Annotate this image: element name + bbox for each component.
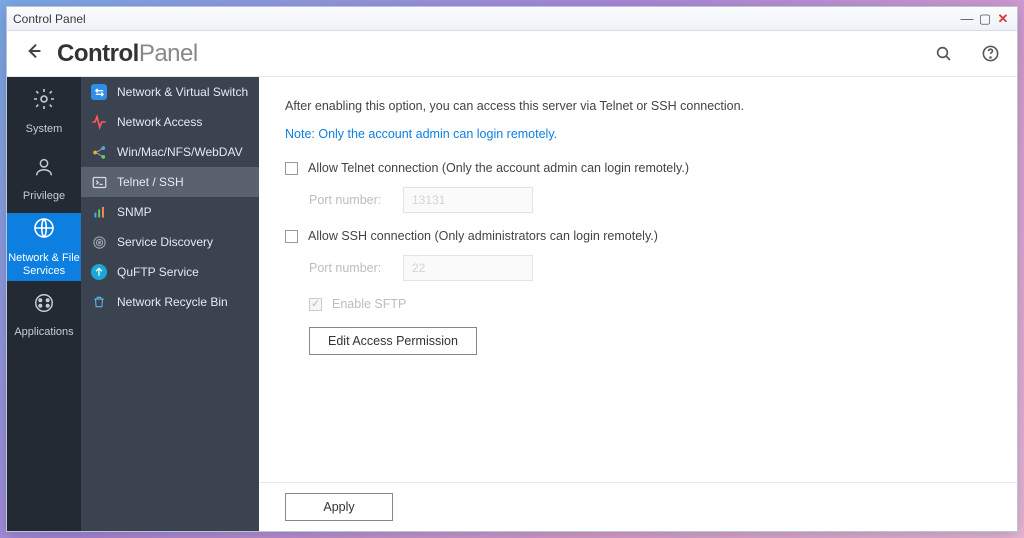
intro-text: After enabling this option, you can acce… — [285, 99, 991, 113]
nav2-service-discovery[interactable]: Service Discovery — [81, 227, 259, 257]
titlebar: Control Panel — ▢ ✕ — [7, 7, 1017, 31]
secondary-nav: Network & Virtual Switch Network Access … — [81, 77, 259, 531]
ssh-port-label: Port number: — [309, 261, 385, 275]
telnet-checkbox[interactable] — [285, 162, 298, 175]
nav2-network-virtual-switch[interactable]: Network & Virtual Switch — [81, 77, 259, 107]
sftp-checkbox[interactable] — [309, 298, 322, 311]
telnet-port-input[interactable] — [403, 187, 533, 213]
ssh-port-input[interactable] — [403, 255, 533, 281]
nav2-network-access[interactable]: Network Access — [81, 107, 259, 137]
nav2-label: QuFTP Service — [117, 265, 199, 279]
apply-button[interactable]: Apply — [285, 493, 393, 521]
nav2-label: Network Recycle Bin — [117, 295, 228, 309]
edit-access-permission-button[interactable]: Edit Access Permission — [309, 327, 477, 355]
note-text: Note: Only the account admin can login r… — [285, 127, 991, 141]
nav2-quftp[interactable]: QuFTP Service — [81, 257, 259, 287]
minimize-button[interactable]: — — [959, 11, 975, 27]
maximize-button[interactable]: ▢ — [977, 11, 993, 27]
main-panel: After enabling this option, you can acce… — [259, 77, 1017, 482]
apps-icon — [33, 292, 55, 320]
pulse-icon — [91, 114, 107, 130]
nav2-label: Network Access — [117, 115, 202, 129]
globe-icon — [32, 216, 56, 246]
nav2-label: Service Discovery — [117, 235, 213, 249]
help-icon[interactable] — [979, 43, 1001, 65]
window-title: Control Panel — [13, 12, 957, 26]
nav-network-file-services[interactable]: Network & File Services — [7, 213, 81, 281]
sftp-label: Enable SFTP — [332, 297, 406, 311]
footer: Apply — [259, 482, 1017, 531]
ssh-label: Allow SSH connection (Only administrator… — [308, 229, 658, 243]
nav2-label: SNMP — [117, 205, 152, 219]
terminal-icon — [91, 174, 107, 190]
nav2-win-mac-nfs[interactable]: Win/Mac/NFS/WebDAV — [81, 137, 259, 167]
nav-privilege[interactable]: Privilege — [7, 145, 81, 213]
header: ControlPanel — [7, 31, 1017, 77]
nav2-label: Win/Mac/NFS/WebDAV — [117, 145, 243, 159]
nav-label: Applications — [14, 326, 73, 338]
switch-icon — [91, 84, 107, 100]
nav-label: System — [26, 123, 63, 135]
user-icon — [33, 156, 55, 184]
ftp-icon — [91, 264, 107, 280]
trash-icon — [91, 294, 107, 310]
nav-label: Privilege — [23, 190, 65, 202]
radar-icon — [91, 234, 107, 250]
nav2-label: Network & Virtual Switch — [117, 85, 248, 99]
nav-system[interactable]: System — [7, 77, 81, 145]
content: After enabling this option, you can acce… — [259, 77, 1017, 531]
search-icon[interactable] — [933, 43, 955, 65]
share-icon — [91, 144, 107, 160]
page-title: ControlPanel — [57, 40, 198, 68]
primary-nav: System Privilege Network & File Services — [7, 77, 81, 531]
nav2-snmp[interactable]: SNMP — [81, 197, 259, 227]
telnet-port-label: Port number: — [309, 193, 385, 207]
telnet-label: Allow Telnet connection (Only the accoun… — [308, 161, 689, 175]
chart-icon — [91, 204, 107, 220]
nav-applications[interactable]: Applications — [7, 281, 81, 349]
back-button[interactable] — [23, 41, 43, 67]
gear-icon — [32, 87, 56, 117]
nav2-recycle-bin[interactable]: Network Recycle Bin — [81, 287, 259, 317]
nav-label: Network & File Services — [7, 252, 81, 278]
close-button[interactable]: ✕ — [995, 11, 1011, 27]
window: Control Panel — ▢ ✕ ControlPanel — [6, 6, 1018, 532]
nav2-telnet-ssh[interactable]: Telnet / SSH — [81, 167, 259, 197]
nav2-label: Telnet / SSH — [117, 175, 184, 189]
ssh-checkbox[interactable] — [285, 230, 298, 243]
